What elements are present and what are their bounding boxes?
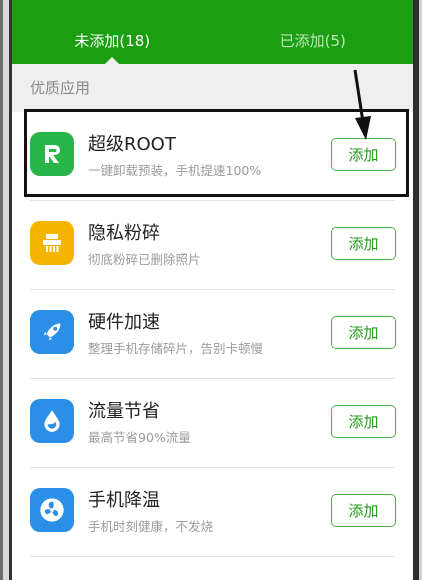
add-button[interactable]: 添加 [331,316,396,349]
app-description: 手机时刻健康，不发烧 [88,519,214,534]
divider [30,556,395,557]
active-tab-indicator [105,57,120,64]
list-item: 手机降温 手机时刻健康，不发烧 添加 [12,468,413,557]
add-button[interactable]: 添加 [331,405,396,438]
list-item: 隐私粉碎 彻底粉碎已删除照片 添加 [12,201,413,290]
app-description: 整理手机存储碎片，告别卡顿慢 [88,341,264,356]
fan-icon [30,488,74,532]
app-description: 彻底粉碎已删除照片 [88,252,201,267]
tab-not-added-label: 未添加(18) [74,31,151,50]
tab-added[interactable]: 已添加(5) [213,0,414,64]
app-name: 隐私粉碎 [88,223,160,244]
screen-bezel-left [0,0,12,580]
add-button[interactable]: 添加 [331,494,396,527]
list-item: 超级ROOT 一键卸载预装，手机提速100% 添加 [12,112,413,201]
tab-not-added[interactable]: 未添加(18) [12,0,213,64]
list-item: 流量节省 最高节省90%流量 添加 [12,379,413,468]
shredder-icon [30,221,74,265]
water-drop-icon [30,399,74,443]
add-button[interactable]: 添加 [331,227,396,260]
app-description: 最高节省90%流量 [88,430,191,445]
app-description: 一键卸载预装，手机提速100% [88,163,262,178]
rocket-icon [30,310,74,354]
app-name: 硬件加速 [88,312,160,333]
app-name: 超级ROOT [88,134,176,155]
add-button[interactable]: 添加 [331,138,396,171]
section-title: 优质应用 [12,64,413,112]
root-icon [30,132,74,176]
app-screen: 未添加(18) 已添加(5) 优质应用 超级ROOT 一键卸载预装，手机提速10… [12,0,413,580]
list-item: 硬件加速 整理手机存储碎片，告别卡顿慢 添加 [12,290,413,379]
app-name: 手机降温 [88,490,160,511]
tab-added-label: 已添加(5) [279,31,346,50]
screen-bezel-right [413,0,425,580]
app-name: 流量节省 [88,401,160,422]
app-list: 超级ROOT 一键卸载预装，手机提速100% 添加 隐私粉碎 彻底粉碎已删除照片… [12,112,413,557]
tab-bar: 未添加(18) 已添加(5) [12,0,413,64]
